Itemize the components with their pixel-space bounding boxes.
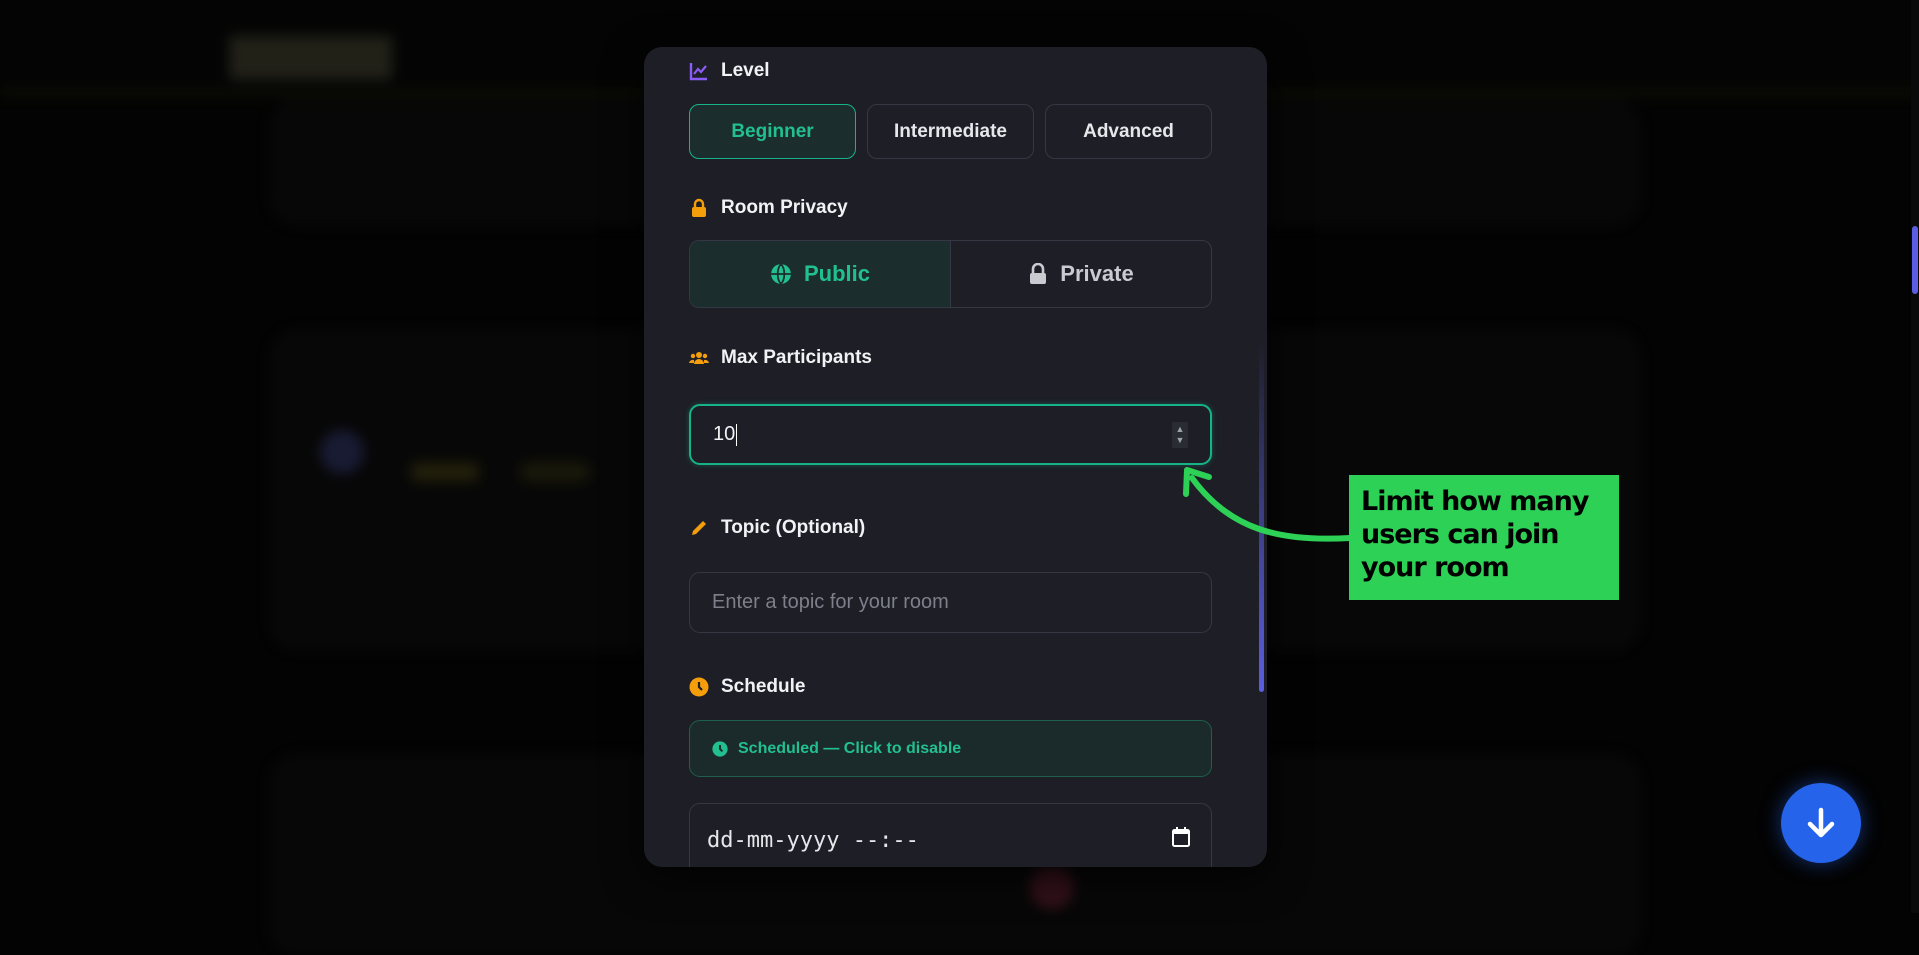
callout-arrow	[1183, 467, 1353, 542]
page-scrollbar-thumb[interactable]	[1912, 226, 1918, 294]
page-scrollbar[interactable]	[1911, 0, 1919, 913]
annotation-callout: Limit how many users can join your room	[1349, 475, 1619, 600]
scroll-down-button[interactable]	[1781, 783, 1861, 863]
arrow-down-icon	[1807, 807, 1835, 838]
